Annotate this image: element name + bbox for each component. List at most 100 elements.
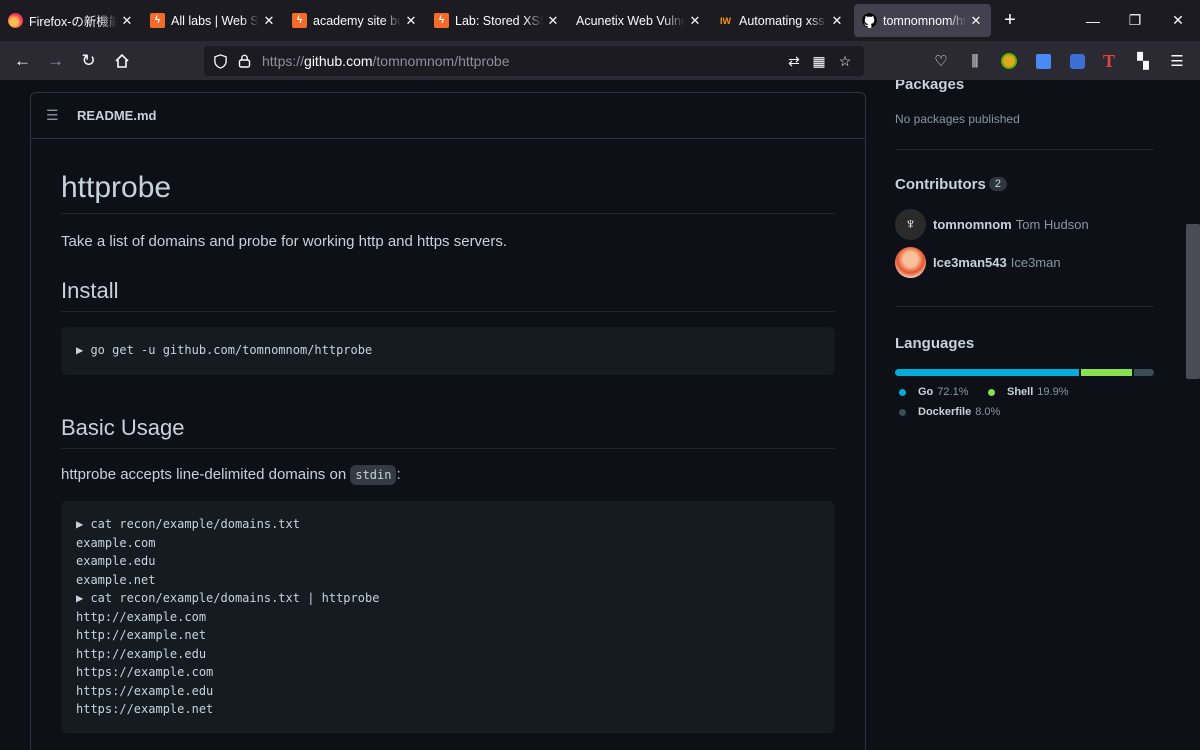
forward-arrow-icon[interactable]: → [39, 44, 72, 77]
contributors-heading[interactable]: Contributors 2 [895, 176, 1154, 193]
github-icon [862, 13, 877, 28]
tab-academy-site-bug[interactable]: ϟ academy site bug ✕ [284, 4, 426, 37]
language-color-dot [899, 388, 906, 396]
avatar[interactable]: ♆ [895, 209, 926, 240]
tab-title: tomnomnom/httprobe [883, 13, 966, 28]
code-line: ▶ cat recon/example/domains.txt | httpro… [76, 591, 380, 605]
code-line: https://example.net [76, 702, 214, 716]
tab-title: All labs | Web Sec [171, 13, 259, 28]
languages-heading: Languages [895, 335, 975, 352]
back-arrow-icon[interactable]: ← [6, 44, 39, 77]
tab-title: academy site bug [313, 13, 401, 28]
tab-acunetix[interactable]: Acunetix Web Vulnera ✕ [568, 4, 710, 37]
code-line: http://example.com [76, 609, 207, 624]
contributors-count-badge: 2 [988, 177, 1007, 191]
iw-icon: IW [720, 15, 731, 26]
restore-icon[interactable]: ❐ [1112, 0, 1158, 41]
tab-lab-stored-xss[interactable]: ϟ Lab: Stored XSS in ✕ [426, 4, 568, 37]
close-tab-icon[interactable]: ✕ [830, 13, 844, 29]
close-tab-icon[interactable]: ✕ [262, 13, 276, 29]
list-icon[interactable]: ☰ [46, 107, 62, 124]
contributor-login[interactable]: Ice3man543 [933, 255, 1007, 270]
code-line: https://example.com [76, 665, 214, 679]
language-go[interactable]: Go 72.1% [899, 386, 968, 398]
close-tab-icon[interactable]: ✕ [404, 13, 418, 29]
language-percent: 19.9% [1037, 386, 1069, 398]
page-content: ☰ README.md httprobe Take a list of doma… [0, 80, 1200, 750]
contributor-item[interactable]: ♆ tomnomnom Tom Hudson [895, 209, 1089, 240]
contributor-item[interactable]: Ice3man543 Ice3man [895, 247, 1061, 278]
readme-filename: README.md [77, 108, 157, 123]
tab-httprobe[interactable]: tomnomnom/httprobe ✕ [854, 4, 991, 37]
contributor-login[interactable]: tomnomnom [933, 217, 1012, 232]
avatar[interactable] [895, 247, 926, 278]
sidebar-divider [895, 306, 1154, 307]
translate-icon[interactable]: ⇄ [782, 53, 806, 70]
localcdn-extension-icon[interactable] [995, 47, 1023, 75]
tracking-protection-shield-icon[interactable] [208, 53, 232, 69]
portswigger-icon: ϟ [150, 13, 165, 28]
translate-extension-icon[interactable] [1029, 47, 1057, 75]
code-line: http://example.net [76, 628, 207, 642]
navigation-toolbar: ← → ↻ https://github.com/tomnomnom/httpr… [0, 41, 1200, 80]
reload-icon[interactable]: ↻ [72, 44, 105, 77]
close-tab-icon[interactable]: ✕ [546, 13, 560, 29]
pocket-icon[interactable]: ♡ [927, 47, 955, 75]
language-bar-segment [1080, 369, 1132, 376]
url-scheme: https:// [262, 53, 305, 69]
sidebar-divider [895, 149, 1154, 150]
scrollbar-thumb[interactable] [1186, 224, 1200, 379]
readme-title: httprobe [61, 171, 835, 214]
lock-icon[interactable] [232, 54, 256, 68]
language-percent: 8.0% [975, 406, 1001, 418]
tab-all-labs[interactable]: ϟ All labs | Web Sec ✕ [142, 4, 284, 37]
language-color-dot [988, 388, 995, 396]
tab-firefox-whats-new[interactable]: Firefox-の新機能 - ✕ [0, 4, 142, 37]
close-tab-icon[interactable]: ✕ [969, 13, 983, 29]
library-icon[interactable]: ⫼ [961, 47, 989, 75]
inline-code-stdin: stdin [350, 465, 397, 485]
readme-intro: Take a list of domains and probe for wor… [61, 233, 508, 250]
tab-title: Firefox-の新機能 - [29, 15, 117, 29]
language-bar-segment [1133, 369, 1154, 376]
packages-heading[interactable]: Packages [895, 80, 1154, 93]
firefox-icon [8, 13, 23, 28]
portswigger-icon: ϟ [292, 13, 307, 28]
new-tab-button[interactable]: + [991, 9, 1029, 32]
install-heading: Install [61, 278, 835, 312]
code-line: example.edu [76, 554, 156, 568]
translate-extension-icon-2[interactable] [1063, 47, 1091, 75]
code-line: ▶ cat recon/example/domains.txt [76, 517, 300, 531]
readme-box: ☰ README.md httprobe Take a list of doma… [30, 92, 866, 750]
menu-icon[interactable]: ☰ [1163, 47, 1191, 75]
usage-text-before: httprobe accepts line-delimited domains … [61, 466, 351, 483]
page-scrollbar[interactable] [1184, 80, 1200, 750]
window-close-icon[interactable]: ✕ [1155, 0, 1200, 41]
contributor-name: Ice3man [1010, 255, 1061, 270]
minimize-icon[interactable]: — [1070, 0, 1116, 41]
tab-automating-xss[interactable]: IW Automating xss ic ✕ [710, 4, 852, 37]
install-code-block: ▶ go get -u github.com/tomnomnom/httprob… [61, 327, 835, 375]
language-percent: 72.1% [937, 386, 969, 398]
language-dockerfile[interactable]: Dockerfile 8.0% [899, 406, 1000, 418]
usage-code-block: ▶ cat recon/example/domains.txt example.… [61, 501, 835, 733]
usage-text: httprobe accepts line-delimited domains … [61, 465, 401, 485]
extensions-icon[interactable]: ▚ [1129, 47, 1157, 75]
url-bar[interactable]: https://github.com/tomnomnom/httprobe ⇄ … [204, 46, 864, 76]
tab-bar: Firefox-の新機能 - ✕ ϟ All labs | Web Sec ✕ … [0, 0, 1200, 41]
url-text[interactable]: https://github.com/tomnomnom/httprobe [262, 53, 509, 69]
home-icon[interactable] [105, 44, 138, 77]
portswigger-icon: ϟ [434, 13, 449, 28]
close-tab-icon[interactable]: ✕ [120, 13, 134, 29]
contributors-heading-label: Contributors [895, 176, 986, 193]
t-extension-icon[interactable]: T [1095, 47, 1123, 75]
code-line: http://example.edu [76, 646, 207, 661]
qr-code-icon[interactable]: ▦ [807, 53, 831, 70]
close-tab-icon[interactable]: ✕ [688, 13, 702, 29]
language-shell[interactable]: Shell 19.9% [988, 386, 1069, 398]
bookmark-star-icon[interactable]: ☆ [833, 53, 857, 70]
readme-header: ☰ README.md [31, 93, 865, 139]
language-name: Go [918, 386, 934, 398]
language-name: Dockerfile [918, 406, 972, 418]
code-line: https://example.edu [76, 683, 214, 698]
